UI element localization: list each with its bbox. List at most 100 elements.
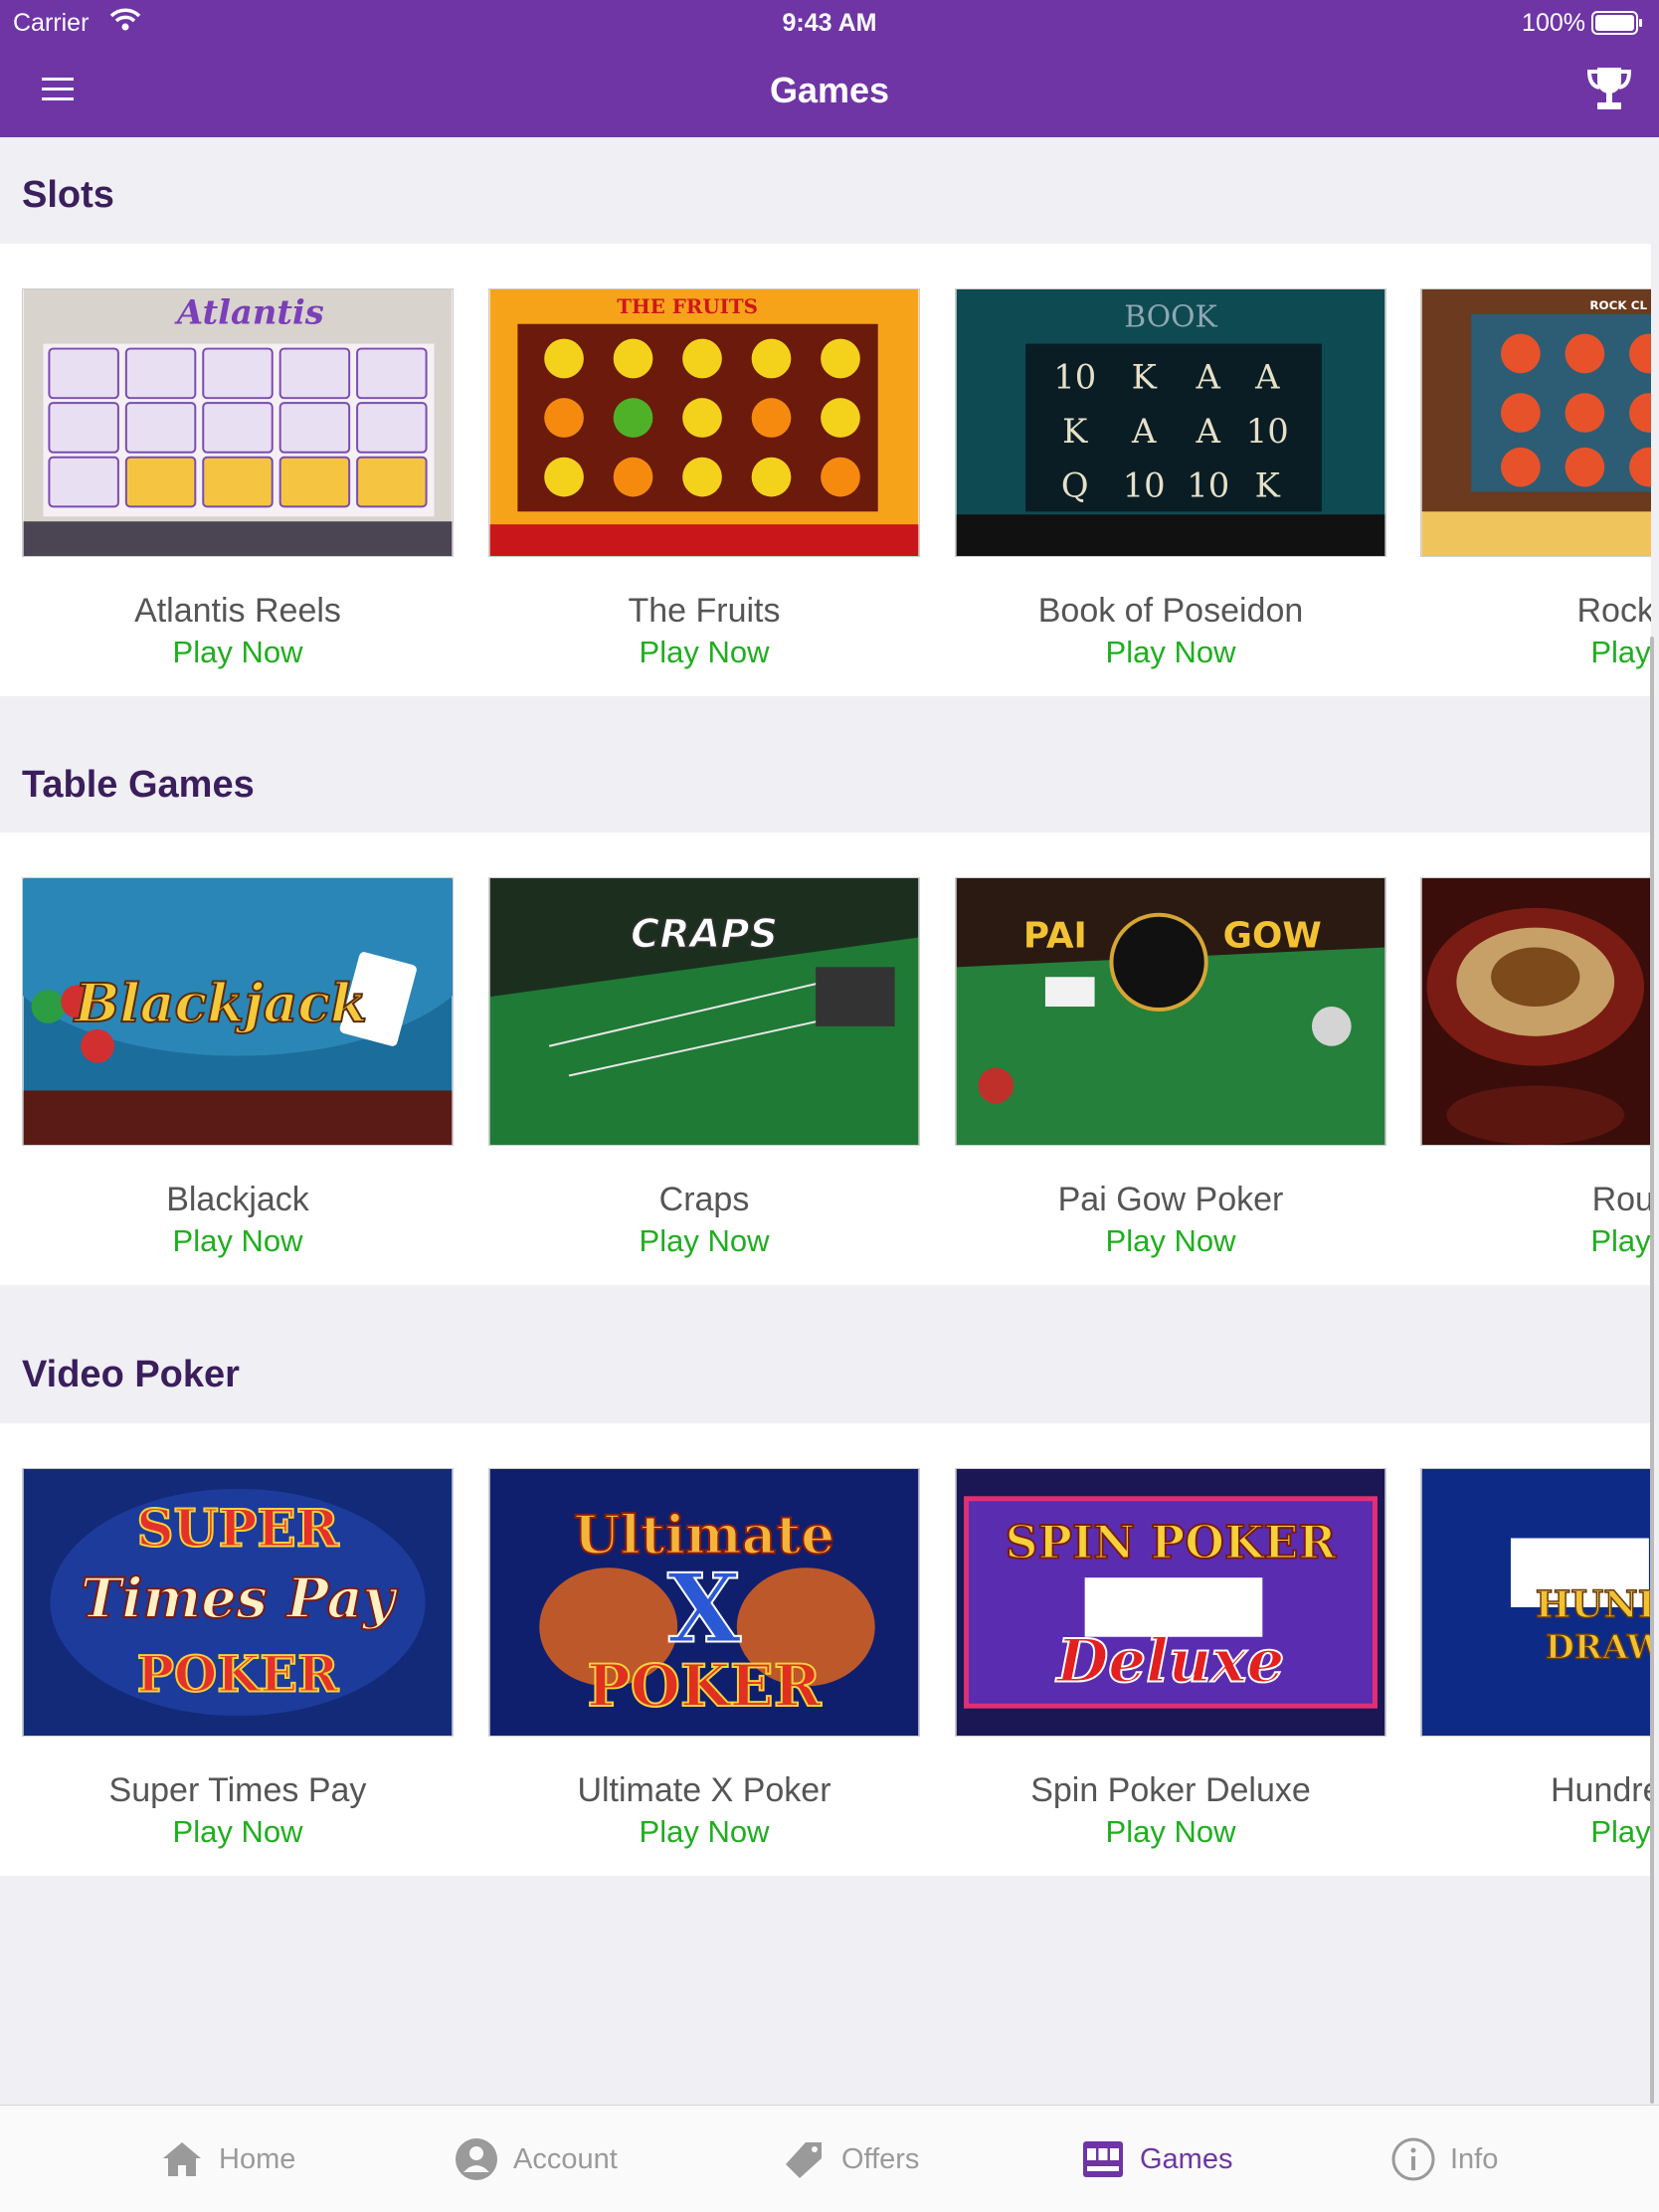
tab-offers[interactable]: Offers — [782, 2106, 919, 2212]
tab-label: Account — [513, 2142, 618, 2175]
play-now-link[interactable]: Play N — [1420, 1223, 1651, 1259]
svg-text:X: X — [667, 1555, 741, 1665]
battery-icon — [1591, 11, 1642, 35]
game-card[interactable]: 10 K A A K A A 10 Q 10 10 K BOOK Book of Poseidon… — [955, 288, 1386, 669]
svg-text:10: 10 — [1246, 412, 1289, 451]
svg-text:K: K — [1132, 357, 1158, 396]
game-thumbnail-ultimate-x-poker: Ultimate X POKER — [488, 1468, 920, 1737]
svg-text:HUNDRE: HUNDRE — [1536, 1582, 1651, 1626]
game-name: Pai Gow Poker — [1057, 1181, 1284, 1218]
play-now-link[interactable]: Play Now — [488, 1814, 920, 1850]
game-thumbnail-the-fruits: THE FRUITS — [488, 288, 920, 557]
section-title-slots: Slots — [22, 174, 114, 216]
svg-text:K: K — [1255, 465, 1281, 504]
svg-text:POKER: POKER — [137, 1644, 339, 1703]
svg-text:A: A — [1131, 412, 1157, 451]
game-thumbnail-rock-climber: ROCK CL — [1420, 288, 1651, 557]
section-title-table-games: Table Games — [22, 764, 255, 806]
svg-text:10: 10 — [1053, 357, 1096, 396]
game-card[interactable]: ROCK CL Rock Cl Play N — [1420, 288, 1651, 669]
trophy-icon[interactable] — [1585, 64, 1633, 115]
svg-text:10: 10 — [1187, 465, 1229, 504]
battery-percentage: 100% — [1522, 9, 1585, 37]
game-thumbnail-hundred-draw-poker: HUNDRE DRAW P — [1420, 1468, 1651, 1737]
tab-label: Games — [1140, 2142, 1233, 2175]
home-icon — [163, 2142, 201, 2176]
game-name: Atlantis Reels — [134, 592, 341, 630]
game-card[interactable]: HUNDRE DRAW P Hundred Di Play N — [1420, 1468, 1651, 1849]
game-card[interactable]: Roule Play N — [1420, 877, 1651, 1258]
game-card[interactable]: PAI GOW Pai Gow Poker Play Now — [955, 877, 1386, 1258]
game-thumbnail-craps: CRAPS — [488, 877, 920, 1146]
game-card[interactable]: SPIN POKER Deluxe Spin Poker Deluxe Play… — [955, 1468, 1386, 1849]
game-name: Rock Cl — [1576, 592, 1651, 630]
game-thumbnail-atlantis-reels: Atlantis — [22, 288, 454, 557]
svg-text:Q: Q — [1061, 465, 1089, 504]
tab-label: Info — [1450, 2142, 1499, 2175]
svg-text:A: A — [1196, 412, 1221, 451]
game-name: Super Times Pay — [108, 1771, 367, 1809]
game-name: Blackjack — [166, 1181, 309, 1218]
svg-text:GOW: GOW — [1223, 915, 1322, 956]
page-title: Games — [769, 70, 890, 110]
game-card[interactable]: Ultimate X POKER Ultimate X Poker Play N… — [488, 1468, 920, 1849]
svg-text:SUPER: SUPER — [136, 1499, 339, 1559]
game-thumbnail-roulette — [1420, 877, 1651, 1146]
play-now-link[interactable]: Play N — [1420, 1814, 1651, 1850]
play-now-link[interactable]: Play Now — [488, 1223, 920, 1259]
svg-text:BOOK: BOOK — [1124, 300, 1217, 335]
svg-text:K: K — [1062, 412, 1088, 451]
tab-label: Home — [219, 2142, 296, 2175]
play-now-link[interactable]: Play N — [1420, 635, 1651, 670]
svg-text:A: A — [1196, 357, 1221, 396]
game-card[interactable]: Blackjack Blackjack Play Now — [22, 877, 454, 1258]
slot-machine-icon — [1083, 2141, 1123, 2177]
svg-text:Blackjack: Blackjack — [73, 972, 367, 1034]
tab-games[interactable]: Games — [1080, 2106, 1232, 2212]
tag-icon — [786, 2142, 822, 2178]
play-now-link[interactable]: Play Now — [22, 1814, 454, 1850]
clock: 9:43 AM — [782, 9, 877, 37]
svg-text:Atlantis: Atlantis — [174, 292, 324, 332]
play-now-link[interactable]: Play Now — [22, 1223, 454, 1259]
game-card[interactable]: CRAPS Craps Play Now — [488, 877, 920, 1258]
tab-info[interactable]: Info — [1390, 2106, 1498, 2212]
game-thumbnail-blackjack: Blackjack — [22, 877, 454, 1146]
game-name: Ultimate X Poker — [577, 1771, 831, 1809]
play-now-link[interactable]: Play Now — [22, 635, 454, 670]
tab-account[interactable]: Account — [454, 2106, 618, 2212]
video-poker-row: SUPER Times Pay POKER Super Times Pay Pl… — [0, 1423, 1651, 1876]
game-thumbnail-pai-gow-poker: PAI GOW — [955, 877, 1386, 1146]
game-name: Hundred Di — [1551, 1771, 1651, 1809]
svg-text:10: 10 — [1123, 465, 1166, 504]
game-card[interactable]: THE FRUITS The Fruits Play Now — [488, 288, 920, 669]
svg-text:A: A — [1254, 357, 1280, 396]
svg-text:Deluxe: Deluxe — [1055, 1626, 1285, 1696]
play-now-link[interactable]: Play Now — [955, 635, 1386, 670]
svg-text:THE FRUITS: THE FRUITS — [617, 294, 758, 318]
play-now-link[interactable]: Play Now — [955, 1223, 1386, 1259]
game-name: Book of Poseidon — [1037, 592, 1304, 630]
svg-text:PAI: PAI — [1023, 915, 1087, 956]
section-title-video-poker: Video Poker — [22, 1354, 240, 1395]
play-now-link[interactable]: Play Now — [955, 1814, 1386, 1850]
slots-row: Atlantis Atlantis Reels Play Now THE FRU… — [0, 244, 1651, 696]
bottom-tab-bar: Home Account Offers Games Info — [0, 2105, 1659, 2212]
vertical-scrollbar[interactable] — [1650, 637, 1654, 2104]
tab-label: Offers — [841, 2142, 920, 2175]
svg-text:ROCK CL: ROCK CL — [1589, 298, 1647, 312]
table-games-row: Blackjack Blackjack Play Now CRAPS Craps… — [0, 832, 1651, 1285]
game-thumbnail-spin-poker-deluxe: SPIN POKER Deluxe — [955, 1468, 1386, 1737]
play-now-link[interactable]: Play Now — [488, 635, 920, 670]
game-name: Spin Poker Deluxe — [1030, 1771, 1311, 1809]
svg-text:SPIN POKER: SPIN POKER — [1006, 1515, 1338, 1568]
game-card[interactable]: Atlantis Atlantis Reels Play Now — [22, 288, 454, 669]
game-name: The Fruits — [628, 592, 781, 630]
account-icon — [456, 2138, 497, 2180]
game-card[interactable]: SUPER Times Pay POKER Super Times Pay Pl… — [22, 1468, 454, 1849]
tab-home[interactable]: Home — [159, 2106, 295, 2212]
game-thumbnail-book-of-poseidon: 10 K A A K A A 10 Q 10 10 K BOOK — [955, 288, 1386, 557]
svg-text:DRAW P: DRAW P — [1546, 1627, 1651, 1667]
svg-text:CRAPS: CRAPS — [631, 911, 778, 957]
game-thumbnail-super-times-pay: SUPER Times Pay POKER — [22, 1468, 454, 1737]
